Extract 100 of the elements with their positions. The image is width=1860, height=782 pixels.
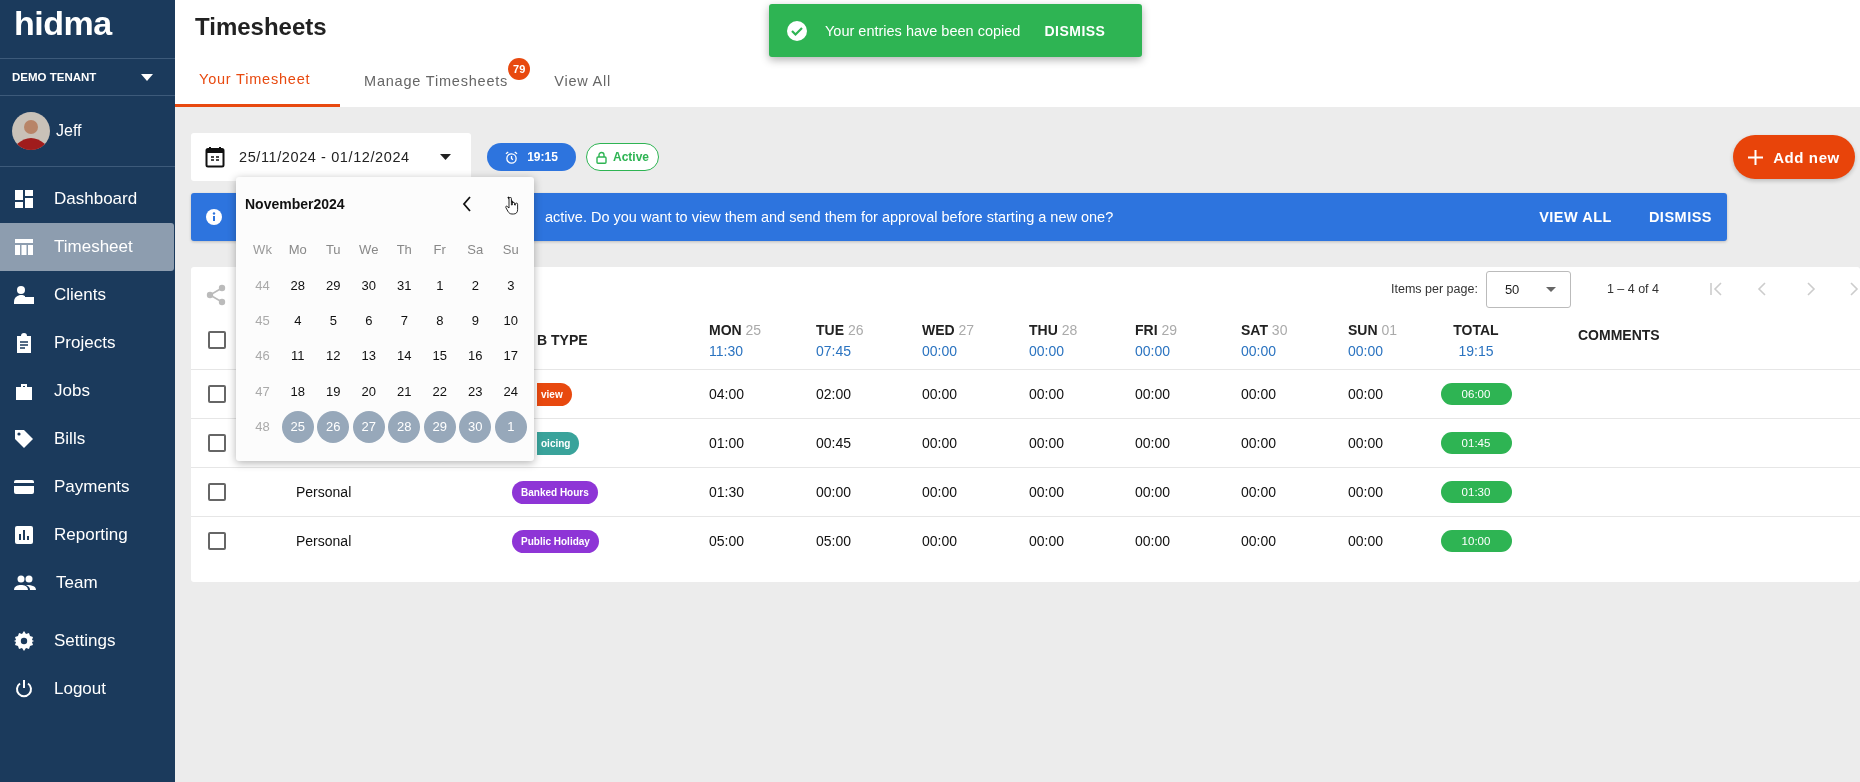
week-number: 46 bbox=[255, 348, 270, 364]
caret-icon[interactable] bbox=[141, 73, 153, 81]
plus-icon bbox=[1748, 149, 1764, 165]
day-total: 11:30 bbox=[709, 342, 744, 359]
week-number: 44 bbox=[255, 277, 270, 293]
day-total: 00:00 bbox=[1029, 342, 1066, 359]
calendar-day[interactable]: 18 bbox=[281, 375, 314, 408]
table-cell: 02:00 bbox=[816, 386, 852, 402]
calendar-day[interactable]: 16 bbox=[459, 339, 492, 372]
calendar-day[interactable]: 19 bbox=[317, 375, 350, 408]
nav-item[interactable]: Dashboard bbox=[0, 175, 174, 223]
calendar-day[interactable]: 2 bbox=[459, 269, 492, 302]
nav-item[interactable]: Payments bbox=[0, 463, 174, 511]
calendar-day[interactable]: 20 bbox=[352, 375, 385, 408]
date-range-picker[interactable]: 25/11/2024 - 01/12/2024 bbox=[191, 133, 471, 181]
calendar-day[interactable]: 23 bbox=[459, 375, 492, 408]
calendar-day[interactable]: 24 bbox=[494, 375, 527, 408]
calendar-day[interactable]: 12 bbox=[317, 339, 350, 372]
calendar-day[interactable]: 21 bbox=[388, 375, 421, 408]
checkbox[interactable] bbox=[208, 385, 226, 403]
count-badge: 79 bbox=[508, 58, 531, 81]
nav-item[interactable]: Bills bbox=[0, 415, 174, 463]
row-total: 01:30 bbox=[1440, 481, 1512, 503]
table-cell: 00:00 bbox=[1135, 435, 1171, 451]
checkbox[interactable] bbox=[208, 331, 226, 349]
job-type-tag: Public Holiday bbox=[512, 529, 599, 553]
items-per-page-select[interactable]: 50 bbox=[1485, 270, 1571, 308]
tab[interactable]: View All bbox=[532, 54, 636, 107]
calendar-day[interactable]: 7 bbox=[388, 304, 421, 337]
grand-total: 19:15 bbox=[1458, 342, 1494, 359]
row-total: 01:45 bbox=[1440, 432, 1512, 454]
tenant-name[interactable]: DEMO TENANT bbox=[12, 71, 97, 83]
page-range: 1 – 4 of 4 bbox=[1606, 282, 1659, 296]
job-type-tag: Banked Hours bbox=[512, 480, 598, 504]
job-type-tag: view bbox=[537, 382, 572, 406]
previous-month-icon[interactable] bbox=[462, 196, 472, 212]
calendar-day[interactable]: 22 bbox=[423, 375, 456, 408]
credit-card-icon bbox=[14, 477, 34, 497]
table-cell: 00:00 bbox=[922, 533, 958, 549]
column-header: TOTAL bbox=[1453, 321, 1499, 338]
calendar-day[interactable]: 29 bbox=[317, 269, 350, 302]
week-number: 45 bbox=[255, 312, 270, 328]
avatar bbox=[12, 112, 50, 150]
nav-item[interactable]: Clients bbox=[0, 271, 174, 319]
calendar-day[interactable]: 9 bbox=[459, 304, 492, 337]
calendar-day[interactable]: 10 bbox=[494, 304, 527, 337]
nav-item[interactable]: Settings bbox=[0, 617, 174, 665]
banner-action-button[interactable]: DISMISS bbox=[1648, 209, 1712, 225]
hand-cursor-icon bbox=[505, 197, 519, 215]
calendar-day[interactable]: 31 bbox=[388, 269, 421, 302]
calendar-day[interactable]: 28 bbox=[281, 269, 314, 302]
day-total: 00:00 bbox=[1135, 342, 1172, 359]
weekday-label: Mo bbox=[288, 242, 307, 258]
dropdown-caret-icon bbox=[1545, 286, 1556, 292]
table-icon bbox=[14, 237, 34, 257]
nav-item[interactable]: Jobs bbox=[0, 367, 174, 415]
nav-item[interactable]: Team bbox=[0, 559, 174, 607]
table-cell: 05:00 bbox=[709, 533, 745, 549]
column-header: B TYPE bbox=[537, 332, 588, 348]
nav-item[interactable]: Reporting bbox=[0, 511, 174, 559]
tab[interactable]: Manage Timesheets 79 bbox=[340, 54, 533, 107]
checkbox[interactable] bbox=[208, 434, 226, 452]
table-cell: 00:00 bbox=[1029, 435, 1065, 451]
calendar-day[interactable]: 5 bbox=[317, 304, 350, 337]
calendar-day[interactable]: 6 bbox=[352, 304, 385, 337]
day-total: 00:00 bbox=[1348, 342, 1385, 359]
calendar-day[interactable]: 15 bbox=[423, 339, 456, 372]
calendar-day[interactable]: 8 bbox=[423, 304, 456, 337]
calendar-day[interactable]: 11 bbox=[281, 339, 314, 372]
tab[interactable]: Your Timesheet bbox=[175, 54, 340, 107]
table-cell: 00:00 bbox=[1241, 533, 1277, 549]
table-cell: 00:00 bbox=[922, 484, 958, 500]
row-total: 10:00 bbox=[1440, 530, 1512, 552]
banner-action-button[interactable]: VIEW ALL bbox=[1539, 209, 1612, 225]
calendar-day[interactable]: 13 bbox=[352, 339, 385, 372]
checkbox[interactable] bbox=[208, 483, 226, 501]
table-cell: 00:00 bbox=[922, 435, 958, 451]
calendar-day[interactable]: 4 bbox=[281, 304, 314, 337]
calendar-day[interactable]: 30 bbox=[352, 269, 385, 302]
table-cell: 00:00 bbox=[816, 484, 852, 500]
briefcase-icon bbox=[14, 381, 34, 401]
row-total: 06:00 bbox=[1440, 383, 1512, 405]
weekday-label: Wk bbox=[253, 242, 272, 258]
calendar-day[interactable]: 17 bbox=[494, 339, 527, 372]
dropdown-caret-icon bbox=[440, 154, 451, 160]
table-cell: 00:45 bbox=[816, 435, 852, 451]
calendar-icon bbox=[205, 146, 225, 168]
info-icon bbox=[206, 209, 222, 225]
nav-item[interactable]: Projects bbox=[0, 319, 174, 367]
table-cell: 00:00 bbox=[1241, 484, 1277, 500]
calendar-day[interactable]: 14 bbox=[388, 339, 421, 372]
add-new-button[interactable]: Add new bbox=[1733, 135, 1855, 179]
table-cell: 01:30 bbox=[709, 484, 745, 500]
calendar-day[interactable]: 3 bbox=[494, 269, 527, 302]
nav-item[interactable]: Logout bbox=[0, 665, 174, 713]
tag-icon bbox=[14, 429, 34, 449]
checkbox[interactable] bbox=[208, 532, 226, 550]
bar-chart-icon bbox=[14, 525, 34, 545]
calendar-day[interactable]: 1 bbox=[423, 269, 456, 302]
table-cell: 00:00 bbox=[922, 386, 958, 402]
